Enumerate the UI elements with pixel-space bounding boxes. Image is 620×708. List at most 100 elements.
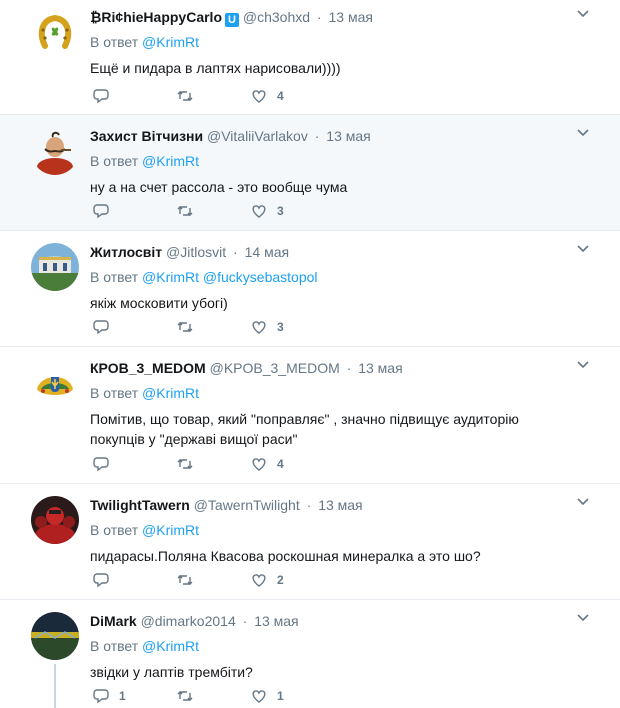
chevron-down-icon[interactable] — [576, 610, 590, 624]
reply-icon — [93, 689, 109, 704]
like-count: 3 — [277, 204, 284, 218]
reply-mention-link-2[interactable]: @fuckysebastopol — [203, 269, 318, 285]
tweet-actions: 3 — [93, 318, 284, 336]
avatar[interactable] — [31, 612, 79, 660]
tweet-text: Ещё и пидара в лаптях нарисовали)))) — [90, 60, 341, 76]
tweet[interactable]: Захист Вітчизни @VitaliiVarlakov · 13 ма… — [0, 115, 620, 231]
timestamp[interactable]: 13 мая — [254, 613, 298, 629]
avatar-cossack-image — [31, 127, 79, 175]
reply-count: 1 — [119, 689, 126, 703]
retweet-icon — [177, 91, 193, 101]
avatar[interactable] — [31, 496, 79, 544]
reply-icon — [93, 573, 109, 588]
avatar[interactable] — [31, 243, 79, 291]
user-handle[interactable]: @TawernTwilight — [194, 497, 300, 513]
like-button[interactable]: 3 — [251, 202, 284, 220]
like-button[interactable]: 3 — [251, 318, 284, 336]
display-name[interactable]: Житлосвіт — [90, 244, 162, 260]
user-handle[interactable]: @KPOB_3_MEDOM — [210, 360, 340, 376]
timestamp[interactable]: 13 мая — [318, 497, 362, 513]
separator-dot: · — [316, 9, 322, 25]
heart-icon — [252, 90, 266, 103]
timestamp[interactable]: 13 мая — [358, 360, 402, 376]
tweet-text: Помітив, що товар, який "поправляє" , зн… — [90, 411, 519, 447]
tweet[interactable]: DiMark @dimarko2014 · 13 мая В ответ @Kr… — [0, 600, 620, 708]
reply-context: В ответ @KrimRt — [90, 152, 580, 170]
separator-dot: · — [233, 244, 238, 260]
retweet-button[interactable] — [177, 202, 251, 220]
display-name[interactable]: ₿Ri¢hieHappyCarlo — [90, 9, 222, 25]
tweet[interactable]: TwilightTawern @TawernTwilight · 13 мая … — [0, 484, 620, 600]
user-handle[interactable]: @VitaliiVarlakov — [207, 128, 308, 144]
avatar[interactable] — [31, 8, 79, 56]
like-count: 2 — [277, 573, 284, 587]
user-handle[interactable]: @ch3ohxd — [243, 9, 310, 25]
reply-icon — [93, 204, 109, 219]
retweet-button[interactable] — [177, 455, 251, 473]
reply-button[interactable] — [93, 318, 177, 336]
chevron-down-icon[interactable] — [576, 357, 590, 371]
timestamp[interactable]: 14 мая — [245, 244, 289, 260]
chevron-down-icon[interactable] — [576, 6, 590, 20]
tweet-actions: 4 — [93, 455, 284, 473]
like-button[interactable]: 4 — [251, 455, 284, 473]
tweet[interactable]: Житлосвіт @Jitlosvit · 14 мая В ответ @K… — [0, 231, 620, 347]
reply-mention-link[interactable]: @KrimRt — [142, 153, 199, 169]
reply-button[interactable] — [93, 571, 177, 589]
display-name[interactable]: Захист Вітчизни — [90, 128, 203, 144]
tweet-text: звідки у лаптів трембіти? — [90, 664, 253, 680]
replies-feed: ₿Ri¢hieHappyCarlo U @ch3ohxd · 13 мая В о… — [0, 0, 620, 708]
user-handle[interactable]: @dimarko2014 — [141, 613, 236, 629]
avatar-horseshoe-image — [31, 8, 79, 56]
tweet-text: пидарасы.Поляна Квасова роскошная минера… — [90, 548, 481, 564]
avatar-crowd-image — [31, 496, 79, 544]
retweet-icon — [177, 322, 193, 332]
tweet-text: ну а на счет рассола - это вообще чума — [90, 179, 348, 195]
thread-connector-line — [54, 664, 56, 708]
reply-mention-link[interactable]: @KrimRt — [142, 522, 199, 538]
heart-icon — [252, 574, 266, 587]
like-button[interactable]: 2 — [251, 571, 284, 589]
tweet-actions: 3 — [93, 202, 284, 220]
chevron-down-icon[interactable] — [576, 125, 590, 139]
chevron-down-icon[interactable] — [576, 494, 590, 508]
chevron-down-icon[interactable] — [576, 241, 590, 255]
reply-mention-link[interactable]: @KrimRt — [142, 385, 199, 401]
retweet-button[interactable] — [177, 318, 251, 336]
heart-icon — [252, 458, 266, 471]
like-count: 4 — [277, 457, 284, 471]
reply-button[interactable]: 1 — [93, 687, 177, 705]
tweet[interactable]: ₿Ri¢hieHappyCarlo U @ch3ohxd · 13 мая В о… — [0, 0, 620, 115]
reply-context: В ответ @KrimRt — [90, 637, 580, 655]
avatar[interactable] — [31, 127, 79, 175]
reply-mention-link[interactable]: @KrimRt — [142, 269, 199, 285]
reply-button[interactable] — [93, 202, 177, 220]
like-button[interactable]: 4 — [251, 87, 284, 105]
reply-icon — [93, 89, 109, 104]
retweet-icon — [177, 459, 193, 469]
display-name[interactable]: DiMark — [90, 613, 137, 629]
heart-icon — [252, 205, 266, 218]
display-name[interactable]: TwilightTawern — [90, 497, 190, 513]
user-handle[interactable]: @Jitlosvit — [166, 244, 226, 260]
timestamp[interactable]: 13 мая — [329, 9, 373, 25]
display-name[interactable]: КРОВ_3_MEDOM — [90, 360, 206, 376]
like-button[interactable]: 1 — [251, 687, 284, 705]
reply-button[interactable] — [93, 455, 177, 473]
reply-mention-link[interactable]: @KrimRt — [142, 638, 199, 654]
reply-context: В ответ @KrimRt @fuckysebastopol — [90, 268, 580, 286]
avatar[interactable] — [31, 359, 79, 407]
retweet-button[interactable] — [177, 571, 251, 589]
avatar-emblem-image — [31, 359, 79, 407]
tweet-actions: 4 — [93, 87, 284, 105]
tweet[interactable]: КРОВ_3_MEDOM @KPOB_3_MEDOM · 13 мая В от… — [0, 347, 620, 484]
reply-prefix: В ответ — [90, 34, 139, 50]
retweet-button[interactable] — [177, 687, 251, 705]
retweet-button[interactable] — [177, 87, 251, 105]
reply-icon — [93, 320, 109, 335]
reply-mention-link[interactable]: @KrimRt — [142, 34, 199, 50]
reply-prefix: В ответ — [90, 638, 139, 654]
timestamp[interactable]: 13 мая — [326, 128, 370, 144]
retweet-icon — [177, 206, 193, 216]
reply-button[interactable] — [93, 87, 177, 105]
